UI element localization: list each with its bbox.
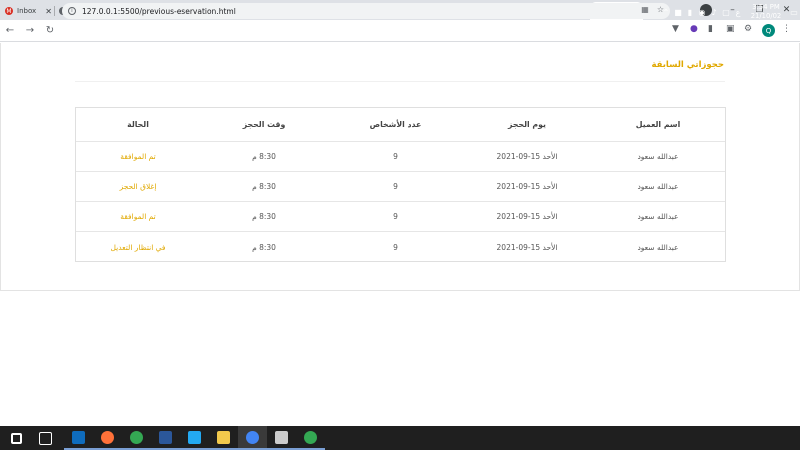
extension-icon[interactable]: ●	[690, 24, 698, 36]
reload-icon[interactable]: ↻	[40, 25, 60, 36]
address-bar[interactable]: i 127.0.0.1:5500/previous-eservation.htm…	[62, 3, 670, 19]
customer-name-cell: عبدالله سعود	[637, 212, 679, 221]
extension-doc-icon[interactable]: ▮	[708, 24, 713, 36]
customer-name-cell: عبدالله سعود	[637, 242, 679, 252]
site-info-icon[interactable]: i	[68, 7, 76, 15]
guest-count-cell: 9	[393, 152, 398, 161]
booking-day-cell: الأحد 15-09-2021	[496, 242, 558, 252]
menu-icon[interactable]: ⋮	[782, 24, 791, 36]
table-row: عبدالله سعود الأحد 15-09-2021 9 8:30 م ت…	[76, 202, 725, 232]
header-booking-day: يوم الحجز	[508, 120, 546, 129]
booking-time-cell: 8:30 م	[252, 242, 276, 252]
task-view-glyph	[39, 431, 52, 445]
windows-taskbar	[0, 426, 800, 450]
url-text: 127.0.0.1:5500/previous-eservation.html	[82, 6, 236, 16]
reservations-table: اسم العميل يوم الحجز عدد الأشخاص وقت الح…	[75, 107, 726, 262]
title-divider	[75, 81, 725, 82]
chrome-icon[interactable]	[122, 426, 151, 450]
start-icon[interactable]	[2, 426, 31, 450]
header-booking-time: وقت الحجز	[242, 120, 286, 129]
outlook-icon[interactable]	[64, 426, 93, 450]
explorer-glyph	[217, 430, 230, 444]
chrome-glyph	[130, 430, 143, 444]
translate-icon[interactable]: ▦	[641, 5, 649, 14]
status-badge[interactable]: تم الموافقة	[76, 142, 200, 171]
header-guest-count: عدد الأشخاص	[369, 120, 422, 129]
chrome-2-glyph	[304, 430, 317, 444]
tab-close-icon[interactable]: ✕	[44, 7, 54, 16]
puzzle-icon[interactable]: ⚙	[744, 24, 752, 36]
clock-date: 21/10/02	[750, 12, 782, 20]
guest-count-cell: 9	[393, 182, 398, 191]
forward-icon[interactable]: →	[20, 25, 40, 36]
extension-filter-icon[interactable]: ▼	[672, 24, 679, 36]
system-tray: ⌃ ■ ▮ ◉ ♪ ▢ ع 3:54 PM 21/10/02 ▭	[660, 0, 800, 24]
table-row: عبدالله سعود الأحد 15-09-2021 9 8:30 م ت…	[76, 142, 725, 172]
tray-app-icon[interactable]: ■	[672, 8, 684, 17]
camera-icon[interactable]: ▣	[726, 24, 735, 36]
chevron-up-icon[interactable]: ⌃	[660, 8, 672, 17]
chrome-profile-icon[interactable]	[238, 426, 267, 450]
table-header-row: اسم العميل يوم الحجز عدد الأشخاص وقت الح…	[76, 108, 725, 142]
keyboard-icon[interactable]: ▢	[720, 8, 732, 17]
back-icon[interactable]: ←	[0, 25, 20, 36]
status-badge[interactable]: تم الموافقة	[76, 202, 200, 231]
firefox-glyph	[101, 430, 114, 444]
customer-name-cell: عبدالله سعود	[637, 182, 679, 191]
battery-icon[interactable]: ▮	[684, 8, 696, 17]
header-customer-name: اسم العميل	[635, 120, 681, 129]
page-title: حجوزاتي السابقة	[651, 60, 724, 70]
booking-time-cell: 8:30 م	[252, 152, 276, 161]
guest-count-cell: 9	[393, 212, 398, 221]
task-view-icon[interactable]	[31, 426, 60, 450]
word-glyph	[159, 430, 172, 444]
start-glyph	[11, 432, 22, 444]
outlook-glyph	[72, 430, 85, 444]
table-row: عبدالله سعود الأحد 15-09-2021 9 8:30 م إ…	[76, 172, 725, 202]
header-status: الحالة	[127, 120, 149, 129]
status-badge[interactable]: في انتظار التعديل	[76, 232, 200, 262]
table-row: عبدالله سعود الأحد 15-09-2021 9 8:30 م ف…	[76, 232, 725, 262]
vscode-icon[interactable]	[180, 426, 209, 450]
profile-avatar[interactable]: Q	[762, 24, 775, 37]
vscode-glyph	[188, 430, 201, 444]
booking-day-cell: الأحد 15-09-2021	[496, 152, 558, 161]
clock[interactable]: 3:54 PM 21/10/02	[744, 3, 788, 21]
terminal-glyph	[275, 430, 288, 444]
status-badge[interactable]: إغلاق الحجز	[76, 172, 200, 201]
chrome-profile-glyph	[246, 430, 259, 444]
explorer-icon[interactable]	[209, 426, 238, 450]
booking-day-cell: الأحد 15-09-2021	[496, 212, 558, 221]
notification-icon[interactable]: ▭	[788, 8, 800, 17]
firefox-icon[interactable]	[93, 426, 122, 450]
booking-time-cell: 8:30 م	[252, 212, 276, 221]
network-icon[interactable]: ◉	[696, 8, 708, 17]
booking-time-cell: 8:30 م	[252, 182, 276, 191]
chrome-2-icon[interactable]	[296, 426, 325, 450]
clock-time: 3:54 PM	[752, 3, 780, 11]
browser-tab[interactable]: M Inbox ✕	[0, 2, 54, 20]
booking-day-cell: الأحد 15-09-2021	[496, 182, 558, 191]
tab-favicon-icon: M	[5, 7, 13, 15]
word-icon[interactable]	[151, 426, 180, 450]
tab-title: Inbox	[17, 7, 37, 15]
volume-icon[interactable]: ♪	[708, 8, 720, 17]
language-indicator[interactable]: ع	[732, 8, 744, 17]
terminal-icon[interactable]	[267, 426, 296, 450]
guest-count-cell: 9	[393, 242, 398, 252]
customer-name-cell: عبدالله سعود	[637, 152, 679, 161]
